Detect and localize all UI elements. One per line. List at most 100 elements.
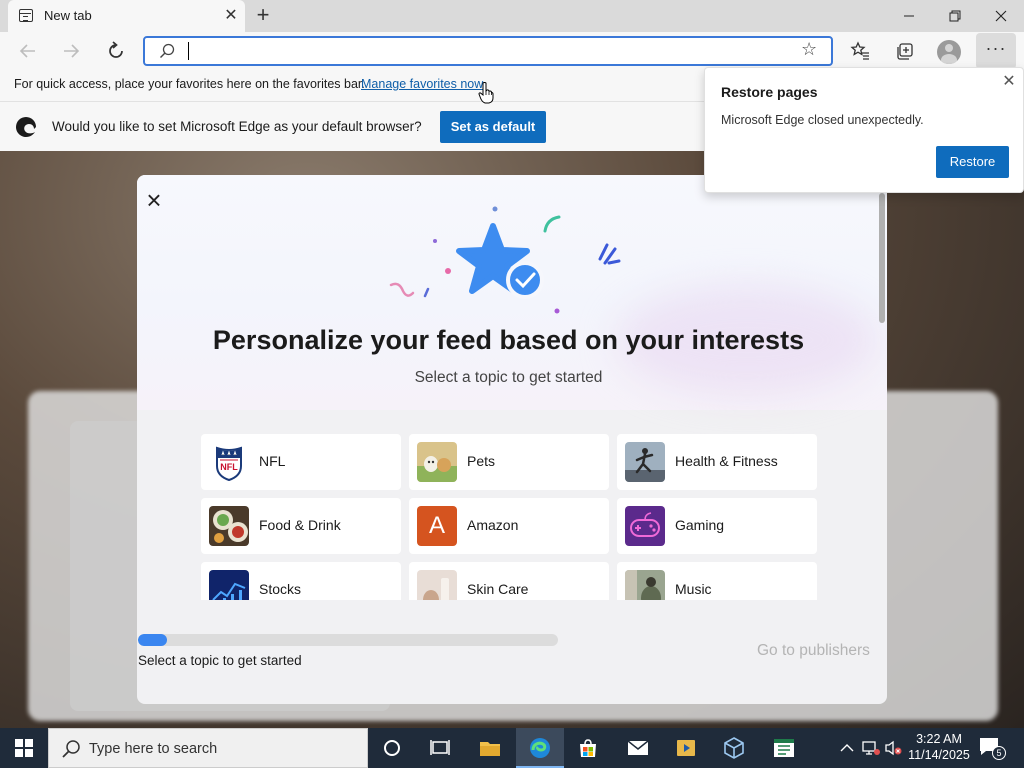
tab-new-tab[interactable]: New tab ✕	[8, 0, 245, 32]
skincare-photo-icon	[417, 570, 457, 600]
topic-card-pets[interactable]: Pets	[409, 434, 609, 490]
music-photo-icon	[625, 570, 665, 600]
mail-button[interactable]	[614, 728, 662, 768]
notification-count: 5	[992, 746, 1006, 760]
progress-fill	[138, 634, 168, 646]
restore-window-button[interactable]	[932, 0, 978, 32]
topic-card-food-drink[interactable]: Food & Drink	[201, 498, 401, 554]
topic-card-skin-care[interactable]: Skin Care	[409, 562, 609, 600]
edge-icon	[530, 738, 550, 758]
edge-logo-icon	[16, 117, 36, 137]
back-arrow-icon	[19, 44, 35, 58]
topic-label: Food & Drink	[259, 517, 341, 533]
forward-arrow-icon	[64, 44, 80, 58]
text-caret	[188, 42, 189, 60]
topic-label: NFL	[259, 453, 286, 469]
network-icon[interactable]	[862, 740, 880, 756]
star-check-illustration	[389, 206, 621, 314]
set-as-default-button[interactable]: Set as default	[440, 111, 546, 143]
svg-text:NFL: NFL	[220, 462, 238, 472]
file-explorer-button[interactable]	[466, 728, 514, 768]
clock-time: 3:22 AM	[916, 732, 962, 746]
new-tab-button[interactable]: +	[252, 4, 274, 28]
cortana-button[interactable]	[368, 728, 416, 768]
tab-title: New tab	[44, 8, 92, 23]
topic-grid: NFL NFL Pets Health & Fitness Food & Dri…	[201, 434, 817, 600]
close-window-button[interactable]	[978, 0, 1024, 32]
food-photo-icon	[209, 506, 249, 546]
show-hidden-icons-chevron-icon[interactable]	[840, 743, 854, 753]
gaming-controller-icon	[625, 506, 665, 546]
topic-label: Pets	[467, 453, 496, 469]
search-icon	[160, 43, 175, 58]
topic-card-music[interactable]: Music	[617, 562, 817, 600]
progress-label: Select a topic to get started	[138, 653, 302, 668]
hand-cursor-icon	[478, 82, 494, 104]
fitness-photo-icon	[625, 442, 665, 482]
dialog-heading: Personalize your feed based on your inte…	[212, 325, 805, 355]
close-dialog-button[interactable]: ×	[143, 187, 165, 213]
topic-card-health-fitness[interactable]: Health & Fitness	[617, 434, 817, 490]
app-window-button[interactable]	[760, 728, 808, 768]
topic-label: Health & Fitness	[675, 453, 778, 469]
back-button[interactable]	[13, 36, 43, 66]
restore-popup-title: Restore pages	[721, 84, 818, 100]
personalize-feed-dialog: × Personalize your feed based on your in…	[137, 175, 887, 704]
topic-label: Gaming	[675, 517, 725, 533]
minimize-button[interactable]	[886, 0, 932, 32]
system-clock[interactable]: 3:22 AM 11/14/2025	[904, 731, 974, 763]
task-view-icon	[430, 740, 450, 755]
3d-cube-icon	[724, 737, 744, 759]
add-favorite-star-icon[interactable]: ☆	[801, 39, 817, 60]
topic-label: Skin Care	[467, 581, 529, 597]
cortana-circle-icon	[384, 740, 400, 756]
folder-icon	[480, 742, 500, 756]
topic-label: Amazon	[467, 517, 519, 533]
close-popup-icon[interactable]: ✕	[999, 72, 1019, 92]
virtualbox-button[interactable]	[710, 728, 758, 768]
collections-icon	[897, 43, 913, 60]
pets-photo-icon	[417, 442, 457, 482]
new-tab-page-icon	[19, 9, 33, 22]
address-bar[interactable]: ☆	[143, 36, 833, 66]
browser-toolbar: ☆ ···	[0, 32, 1024, 70]
restore-button[interactable]: Restore	[936, 146, 1009, 178]
topic-label: Music	[675, 581, 712, 597]
taskbar-search-box[interactable]: Type here to search	[48, 728, 368, 768]
action-center-button[interactable]: 5	[978, 736, 1008, 762]
microsoft-store-button[interactable]	[564, 728, 612, 768]
refresh-button[interactable]	[101, 36, 131, 66]
go-to-publishers-button[interactable]: Go to publishers	[757, 642, 870, 660]
close-tab-icon[interactable]: ✕	[221, 6, 241, 26]
nfl-logo-icon: NFL	[209, 442, 249, 482]
start-button[interactable]	[0, 728, 48, 768]
forward-button[interactable]	[56, 36, 86, 66]
store-bag-icon	[580, 739, 596, 757]
topic-card-stocks[interactable]: Stocks	[201, 562, 401, 600]
windows-logo-icon	[15, 739, 33, 757]
dialog-scrollbar[interactable]	[879, 193, 885, 323]
favorites-button[interactable]	[843, 36, 877, 66]
search-icon	[62, 740, 80, 758]
clock-date: 11/14/2025	[908, 748, 970, 762]
mail-envelope-icon	[627, 740, 649, 755]
collections-button[interactable]	[888, 36, 922, 66]
settings-and-more-button[interactable]: ···	[976, 33, 1016, 69]
default-browser-message: Would you like to set Microsoft Edge as …	[52, 119, 422, 134]
title-bar: New tab ✕ +	[0, 0, 1024, 32]
dialog-subheading: Select a topic to get started	[414, 369, 603, 386]
edge-taskbar-button[interactable]	[516, 728, 564, 768]
selection-progress-bar	[138, 634, 558, 646]
manage-favorites-link[interactable]: Manage favorites now	[361, 77, 483, 91]
refresh-icon	[109, 41, 123, 58]
topic-card-gaming[interactable]: Gaming	[617, 498, 817, 554]
topic-card-amazon[interactable]: A Amazon	[409, 498, 609, 554]
task-view-button[interactable]	[416, 728, 464, 768]
media-player-button[interactable]	[662, 728, 710, 768]
profile-avatar[interactable]	[937, 40, 961, 64]
topic-card-nfl[interactable]: NFL NFL	[201, 434, 401, 490]
topic-label: Stocks	[259, 581, 302, 597]
address-input[interactable]	[187, 41, 777, 61]
spreadsheet-window-icon	[774, 739, 794, 757]
volume-muted-icon[interactable]	[884, 740, 902, 756]
